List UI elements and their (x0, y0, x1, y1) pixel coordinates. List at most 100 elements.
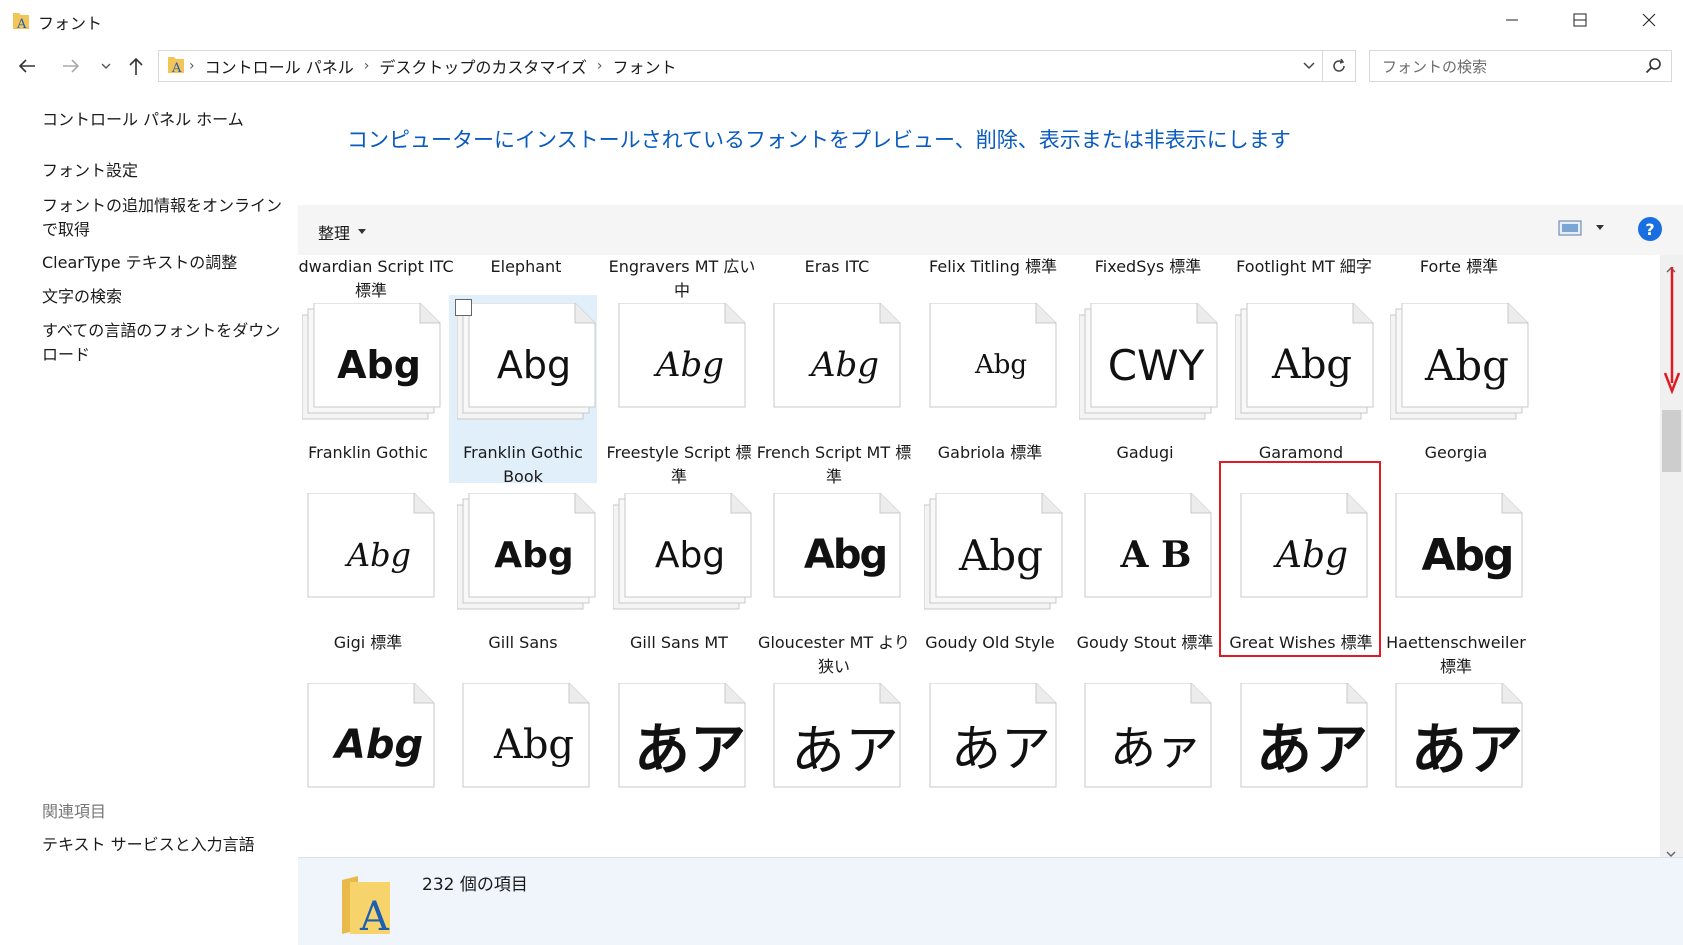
chevron-down-icon (101, 63, 111, 69)
location-fonts-icon: A (167, 54, 185, 78)
close-button[interactable] (1615, 0, 1683, 40)
svg-text:A: A (359, 894, 390, 936)
font-sample-text: Abg (810, 345, 880, 385)
font-item[interactable]: Abg Freestyle Script 標準 (605, 295, 753, 486)
svg-text:A: A (171, 61, 182, 74)
forward-arrow-icon (63, 59, 80, 73)
organize-menu-button[interactable]: 整理 (318, 220, 367, 244)
font-item[interactable]: Abg Goudy Old Style (916, 485, 1064, 673)
font-item-label[interactable]: Forte 標準 (1376, 255, 1542, 279)
font-item[interactable]: Abg Gloucester MT より狭い (758, 485, 910, 676)
svg-text:A: A (16, 17, 27, 30)
search-box[interactable] (1369, 50, 1672, 82)
font-item-label[interactable]: Footlight MT 細字 (1221, 255, 1387, 279)
maximize-button[interactable] (1546, 0, 1614, 40)
font-item-label: Gigi 標準 (333, 633, 403, 652)
find-character-link[interactable]: 文字の検索 (42, 285, 292, 309)
recent-locations-button[interactable] (96, 52, 116, 80)
back-arrow-icon (18, 59, 35, 73)
font-item-label: Haettenschweiler 標準 (1386, 633, 1526, 676)
font-sample-text: Abg (494, 534, 574, 576)
cleartype-tuner-link[interactable]: ClearType テキストの調整 (42, 251, 292, 275)
red-down-arrow-annotation (1662, 265, 1682, 399)
font-item[interactable]: あア (1227, 675, 1375, 857)
download-all-language-fonts-link[interactable]: すべての言語のフォントをダウンロード (42, 319, 292, 367)
fonts-folder-icon: A (12, 10, 30, 32)
font-item-label: Gill Sans MT (630, 633, 728, 652)
font-item[interactable]: あア (605, 675, 753, 857)
font-item-label: Gabriola 標準 (937, 443, 1043, 462)
font-item[interactable]: Abg Gill Sans (449, 485, 597, 673)
font-item-label[interactable]: FixedSys 標準 (1065, 255, 1231, 279)
up-arrow-icon (129, 57, 143, 75)
font-item[interactable]: Abg Garamond (1227, 295, 1375, 483)
item-count: 232 個の項目 (422, 875, 528, 895)
refresh-icon (1333, 58, 1345, 72)
font-sample-text: Abg (655, 345, 725, 385)
minimize-button-main[interactable] (1478, 0, 1546, 40)
font-sample-text: あァ (1110, 721, 1202, 775)
address-bar[interactable]: A › コントロール パネル › デスクトップのカスタマイズ › フォント (158, 50, 1356, 82)
font-item[interactable]: あア (916, 675, 1064, 857)
control-panel-home-link[interactable]: コントロール パネル ホーム (42, 108, 292, 132)
back-button[interactable] (12, 52, 42, 80)
help-button[interactable]: ? (1638, 217, 1662, 241)
font-sample-text: Abg (334, 722, 424, 768)
item-checkbox[interactable] (455, 299, 472, 316)
font-item-label[interactable]: Eras ITC (754, 255, 920, 279)
font-item[interactable]: CWY Gadugi (1071, 295, 1219, 483)
font-item[interactable]: Abg Georgia (1382, 295, 1530, 483)
font-item[interactable]: Abg (298, 675, 442, 857)
font-item[interactable]: A B Goudy Stout 標準 (1071, 485, 1219, 673)
search-icon[interactable] (1645, 57, 1663, 79)
command-bar: 整理 ? (298, 205, 1683, 255)
address-dropdown-button[interactable] (1297, 51, 1321, 81)
font-item[interactable]: Abg Gill Sans MT (605, 485, 753, 673)
font-item[interactable]: Abg Haettenschweiler 標準 (1382, 485, 1530, 676)
font-item[interactable]: あァ (1071, 675, 1219, 857)
navigation-bar: A › コントロール パネル › デスクトップのカスタマイズ › フォント (0, 44, 1683, 88)
font-item[interactable]: Abg Gabriola 標準 (916, 295, 1064, 483)
font-sample-text: あア (1411, 717, 1523, 783)
font-item-label: Goudy Stout 標準 (1076, 633, 1214, 652)
font-item[interactable]: あア (1382, 675, 1530, 857)
font-sample-text: CWY (1107, 340, 1205, 390)
up-button[interactable] (124, 52, 148, 80)
font-sample-text: Abg (974, 350, 1028, 380)
forward-button[interactable] (56, 52, 86, 80)
font-sample-text: あア (951, 720, 1051, 778)
breadcrumb-fonts[interactable]: フォント (606, 54, 682, 78)
font-item[interactable]: Abg (449, 675, 597, 857)
font-item[interactable]: Abg Gigi 標準 (298, 485, 442, 673)
breadcrumb-separator[interactable]: › (360, 58, 374, 74)
window-title: フォント (38, 14, 103, 33)
breadcrumb-control-panel[interactable]: コントロール パネル (199, 54, 360, 78)
breadcrumb-personalization[interactable]: デスクトップのカスタマイズ (373, 54, 593, 78)
font-item[interactable]: Abg Franklin Gothic Book (449, 295, 597, 486)
font-sample-text: Abg (803, 532, 888, 578)
change-view-button[interactable] (1558, 220, 1604, 236)
font-item-label: Georgia (1424, 443, 1488, 462)
font-settings-link[interactable]: フォント設定 (42, 159, 292, 183)
font-sample-text: Abg (1271, 342, 1353, 388)
search-input[interactable] (1380, 55, 1624, 79)
font-item-label[interactable]: Elephant (443, 255, 609, 279)
font-item[interactable]: Abg Franklin Gothic (298, 295, 442, 483)
scrollbar-thumb[interactable] (1662, 410, 1681, 472)
font-sample-text: Abg (1421, 529, 1514, 581)
caret-down-icon (358, 229, 367, 234)
breadcrumb-separator[interactable]: › (185, 58, 199, 74)
font-item[interactable]: あア (760, 675, 908, 857)
fonts-folder-large-icon: A (338, 872, 394, 940)
breadcrumb-separator[interactable]: › (593, 58, 607, 74)
get-font-info-online-link[interactable]: フォントの追加情報をオンラインで取得 (42, 194, 292, 242)
font-item-label: Gadugi (1116, 443, 1174, 462)
font-sample-text: Abg (337, 343, 421, 387)
font-item[interactable]: Abg French Script MT 標準 (757, 295, 911, 486)
text-services-link[interactable]: テキスト サービスと入力言語 (42, 833, 292, 857)
page-description: コンピューターにインストールされているフォントをプレビュー、削除、表示または非表… (347, 128, 1291, 152)
font-sample-text: あア (791, 718, 899, 782)
refresh-button[interactable] (1322, 51, 1355, 81)
font-item-label: French Script MT 標準 (756, 443, 912, 486)
font-item-label[interactable]: Felix Titling 標準 (910, 255, 1076, 279)
